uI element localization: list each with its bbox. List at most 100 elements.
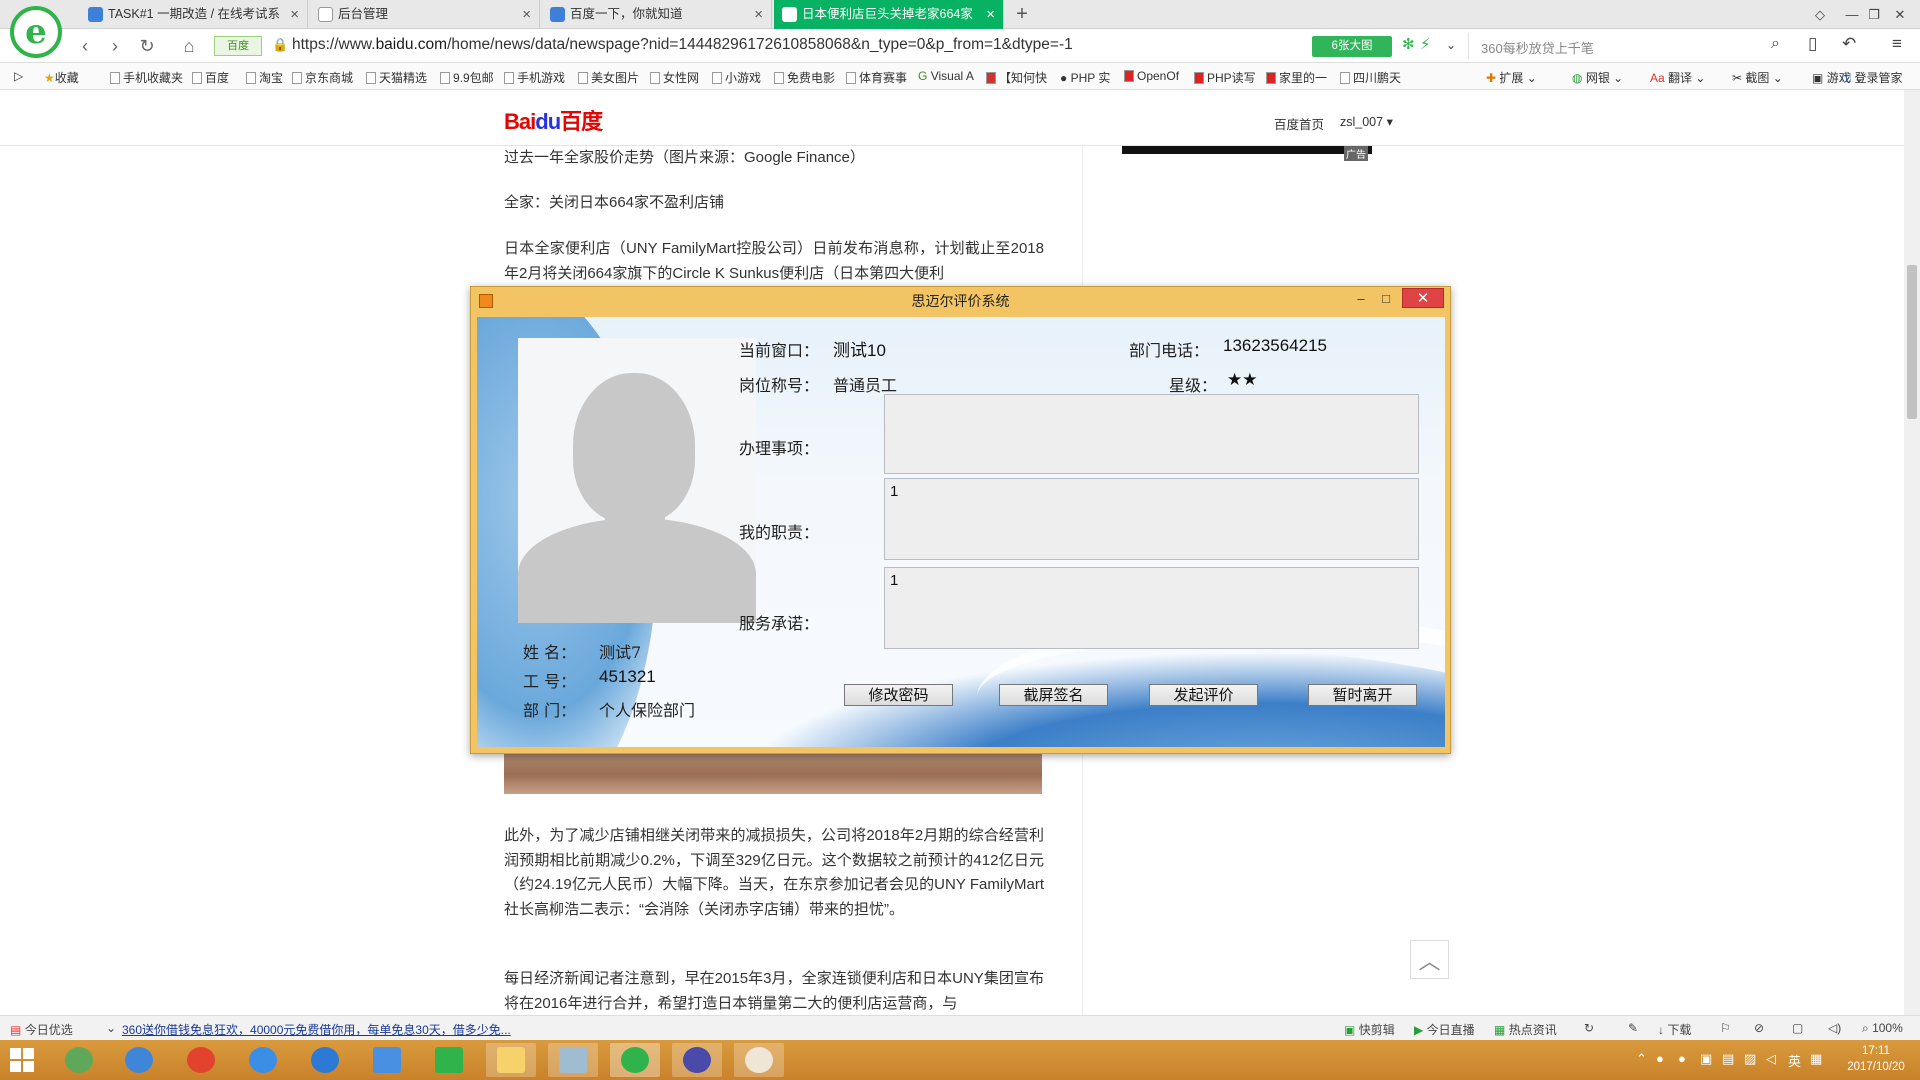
refresh-icon[interactable]: ↻ bbox=[1584, 1021, 1594, 1035]
bookmark-item[interactable]: 体育赛事 bbox=[846, 69, 907, 86]
taskbar-app[interactable] bbox=[238, 1043, 288, 1077]
pin-icon[interactable]: ✎ bbox=[1628, 1021, 1638, 1035]
toolbar-screenshot[interactable]: ✂ 截图 ⌄ bbox=[1732, 69, 1783, 86]
flag-icon[interactable]: ⚐ bbox=[1720, 1021, 1731, 1035]
start-button[interactable] bbox=[10, 1048, 34, 1072]
taskbar-app[interactable] bbox=[114, 1043, 164, 1077]
tray-app-icon[interactable]: ● bbox=[1678, 1051, 1686, 1066]
baidu-logo[interactable]: Baidu百度 bbox=[504, 104, 603, 136]
big-image-button[interactable]: 6张大图 bbox=[1312, 36, 1392, 57]
ad-banner[interactable] bbox=[1122, 146, 1372, 154]
tray-expand-icon[interactable]: ⌃ bbox=[1636, 1051, 1647, 1067]
live-button[interactable]: ▶ 今日直播 bbox=[1414, 1021, 1475, 1038]
taskbar-app[interactable] bbox=[176, 1043, 226, 1077]
search-icon[interactable]: ⌕ bbox=[1771, 35, 1780, 53]
taskbar-app[interactable] bbox=[672, 1043, 722, 1077]
bookmark-item[interactable]: PHP读写 bbox=[1194, 69, 1256, 86]
bookmark-item[interactable]: 京东商城 bbox=[292, 69, 353, 86]
url-input[interactable]: https://www.baidu.com/home/news/data/new… bbox=[292, 36, 1073, 54]
volume-icon[interactable]: ◁ bbox=[1766, 1051, 1776, 1067]
bookmark-icon[interactable]: ▯ bbox=[1808, 34, 1817, 54]
lightning-icon[interactable]: ⚡ bbox=[1420, 35, 1431, 53]
hot-news-button[interactable]: ▦ 热点资讯 bbox=[1494, 1021, 1557, 1038]
scrollbar-thumb[interactable] bbox=[1907, 265, 1917, 419]
bookmark-item[interactable]: 女性网 bbox=[650, 69, 699, 86]
360-browser-logo-icon[interactable]: e bbox=[10, 6, 62, 58]
keyboard-icon[interactable]: ▦ bbox=[1810, 1051, 1822, 1067]
baidu-home-link[interactable]: 百度首页 bbox=[1274, 114, 1324, 133]
window-icon[interactable]: ▢ bbox=[1792, 1021, 1803, 1035]
user-menu[interactable]: zsl_007 ▾ bbox=[1340, 114, 1393, 129]
today-picks[interactable]: ▤ 今日优选 bbox=[10, 1021, 73, 1038]
promise-textarea[interactable]: 1 bbox=[884, 567, 1419, 649]
search-box[interactable]: 360每秒放贷上千笔 ⌕ bbox=[1468, 33, 1786, 59]
bookmark-item[interactable]: 手机游戏 bbox=[504, 69, 565, 86]
gear-icon[interactable]: ✻ bbox=[1402, 35, 1415, 53]
toolbar-translate[interactable]: Aa 翻译 ⌄ bbox=[1650, 69, 1705, 86]
bookmark-item[interactable]: 淘宝 bbox=[246, 69, 283, 86]
taskbar-app[interactable] bbox=[486, 1043, 536, 1077]
start-rating-button[interactable]: 发起评价 bbox=[1149, 684, 1258, 706]
close-window-button[interactable]: ✕ bbox=[1884, 0, 1916, 29]
tab-exam-system[interactable]: TASK#1 一期改造 / 在线考试系 × bbox=[80, 0, 308, 29]
bookmark-item[interactable]: OpenOf bbox=[1124, 69, 1179, 83]
toolbar-extensions[interactable]: ✚ 扩展 ⌄ bbox=[1486, 69, 1537, 86]
taskbar-app[interactable] bbox=[734, 1043, 784, 1077]
close-icon[interactable]: × bbox=[522, 0, 531, 29]
reload-button[interactable]: ↻ bbox=[134, 33, 160, 59]
home-button[interactable]: ⌂ bbox=[176, 33, 202, 59]
toolbar-bank[interactable]: ◍ 网银 ⌄ bbox=[1572, 69, 1623, 86]
bookmark-item[interactable]: ★收藏 bbox=[44, 69, 79, 86]
dialog-close-button[interactable]: ✕ bbox=[1402, 288, 1444, 308]
tab-admin[interactable]: 后台管理 × bbox=[310, 0, 540, 29]
bookmark-item[interactable]: 四川鹏天 bbox=[1340, 69, 1401, 86]
tray-app-icon[interactable]: ● bbox=[1656, 1051, 1664, 1066]
clock[interactable]: 17:11 2017/10/20 bbox=[1836, 1043, 1916, 1075]
back-button[interactable]: ‹ bbox=[72, 33, 98, 59]
bookmark-item[interactable]: 家里的一 bbox=[1266, 69, 1327, 86]
taskbar-app[interactable] bbox=[610, 1043, 660, 1077]
sound-icon[interactable]: ◁) bbox=[1828, 1021, 1841, 1035]
duty-textarea[interactable]: 1 bbox=[884, 478, 1419, 560]
bookmark-item[interactable]: 免费电影 bbox=[774, 69, 835, 86]
new-tab-button[interactable]: + bbox=[1008, 0, 1036, 29]
taskbar-app[interactable] bbox=[54, 1043, 104, 1077]
baidu-badge[interactable]: 百度 bbox=[214, 36, 262, 56]
taskbar-app[interactable] bbox=[362, 1043, 412, 1077]
bookmark-item[interactable]: 美女图片 bbox=[578, 69, 639, 86]
bookmark-item[interactable]: ● PHP 实 bbox=[1060, 69, 1110, 86]
bookmark-item[interactable]: 小游戏 bbox=[712, 69, 761, 86]
ime-indicator[interactable]: 英 bbox=[1788, 1051, 1801, 1070]
chevron-icon[interactable]: ⌄ bbox=[106, 1021, 116, 1035]
leave-temporarily-button[interactable]: 暂时离开 bbox=[1308, 684, 1417, 706]
tray-app-icon[interactable]: ▤ bbox=[1722, 1051, 1734, 1067]
close-icon[interactable]: × bbox=[290, 0, 299, 29]
taskbar-app[interactable] bbox=[300, 1043, 350, 1077]
bookmark-item[interactable]: 百度 bbox=[192, 69, 229, 86]
scrollbar-track[interactable] bbox=[1904, 90, 1920, 1015]
taskbar-app[interactable] bbox=[548, 1043, 598, 1077]
quick-edit-button[interactable]: ▣ 快剪辑 bbox=[1344, 1021, 1395, 1038]
chevron-down-icon[interactable]: ⌄ bbox=[1446, 38, 1456, 52]
screenshot-sign-button[interactable]: 截屏签名 bbox=[999, 684, 1108, 706]
lock-icon[interactable]: 🔒 bbox=[272, 37, 288, 53]
menu-icon[interactable]: ≡ bbox=[1892, 34, 1902, 54]
download-button[interactable]: ↓ 下载 bbox=[1658, 1021, 1691, 1038]
bookmark-item[interactable]: 天猫精选 bbox=[366, 69, 427, 86]
clean-icon[interactable]: ⊘ bbox=[1754, 1021, 1764, 1035]
back-to-top-button[interactable]: ︿ bbox=[1410, 940, 1449, 979]
dialog-minimize-button[interactable]: – bbox=[1351, 289, 1371, 309]
shirt-icon[interactable]: ◇ bbox=[1804, 0, 1836, 29]
change-password-button[interactable]: 修改密码 bbox=[844, 684, 953, 706]
network-icon[interactable]: ▨ bbox=[1744, 1051, 1756, 1067]
tray-app-icon[interactable]: ▣ bbox=[1700, 1051, 1712, 1067]
bookmark-item[interactable]: G Visual A bbox=[918, 69, 974, 83]
tab-news-article[interactable]: 日本便利店巨头关掉老家664家 × bbox=[774, 0, 1004, 29]
bookmark-item[interactable]: 手机收藏夹 bbox=[110, 69, 183, 86]
toolbar-login-manager[interactable]: ⚿ 登录管家 bbox=[1842, 69, 1903, 86]
search-input[interactable]: 360每秒放贷上千笔 bbox=[1481, 38, 1594, 57]
bookmark-item[interactable]: 9.9包邮 bbox=[440, 69, 494, 86]
matters-textarea[interactable] bbox=[884, 394, 1419, 474]
news-ticker-link[interactable]: 360送你借钱免息狂欢，40000元免费借你用，每单免息30天，借多少免... bbox=[122, 1021, 511, 1038]
close-icon[interactable]: × bbox=[986, 0, 995, 29]
